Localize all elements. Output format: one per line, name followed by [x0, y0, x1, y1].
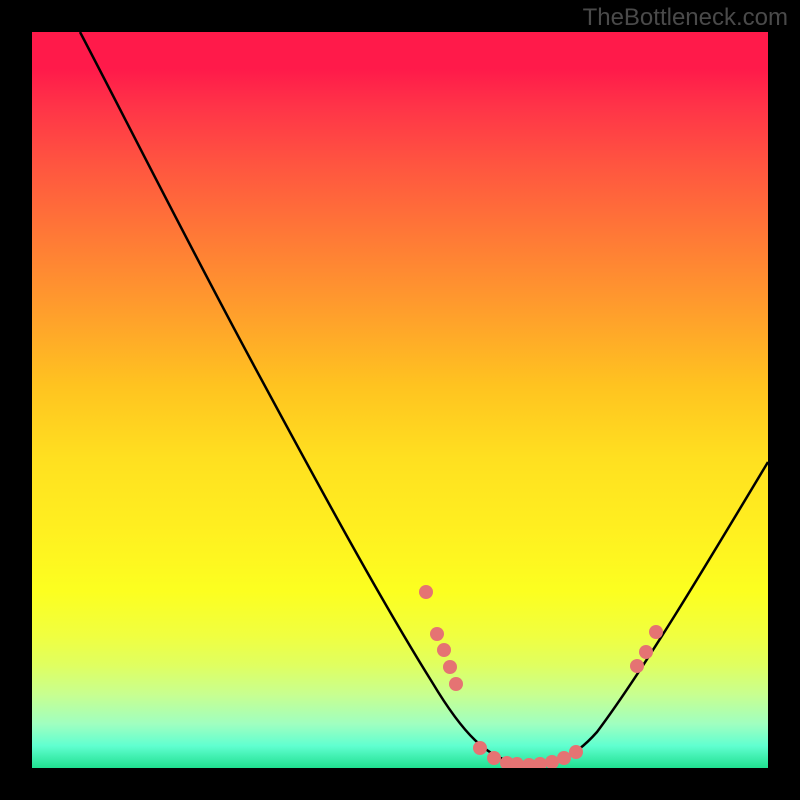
chart-svg [32, 32, 768, 768]
plot-area [32, 32, 768, 768]
data-point [545, 755, 559, 768]
data-point [569, 745, 583, 759]
data-point [473, 741, 487, 755]
data-point [533, 757, 547, 768]
data-point [419, 585, 433, 599]
data-point [437, 643, 451, 657]
data-point [557, 751, 571, 765]
data-point [649, 625, 663, 639]
data-point [630, 659, 644, 673]
bottleneck-curve [80, 32, 768, 765]
data-point [443, 660, 457, 674]
data-point [487, 751, 501, 765]
data-point [449, 677, 463, 691]
data-point [430, 627, 444, 641]
data-point [639, 645, 653, 659]
data-points [419, 585, 663, 768]
watermark-text: TheBottleneck.com [583, 4, 788, 32]
